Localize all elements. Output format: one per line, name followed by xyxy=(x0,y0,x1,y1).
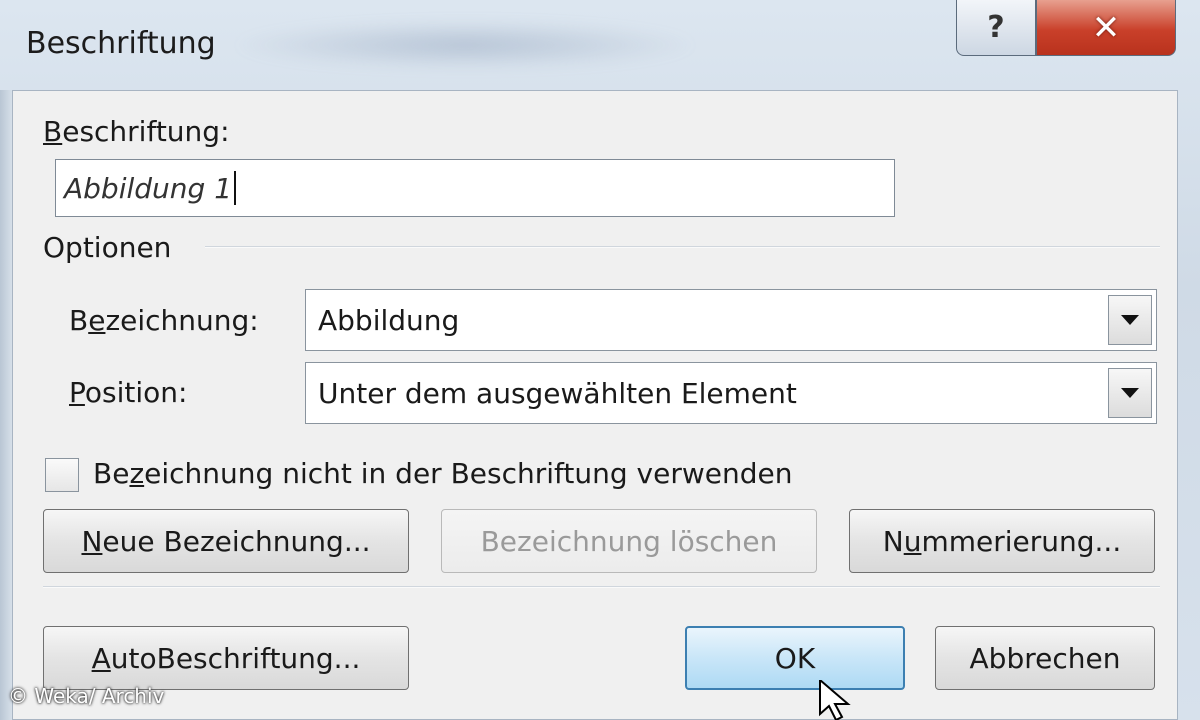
window-left-edge xyxy=(0,90,12,720)
position-select-value: Unter dem ausgewählten Element xyxy=(318,376,797,410)
numbering-button[interactable]: Nu mmerierung... xyxy=(849,509,1155,573)
cancel-button[interactable]: Abbrechen xyxy=(935,626,1155,690)
options-group-divider xyxy=(205,246,1160,248)
position-label: Position: xyxy=(69,376,188,409)
bezeichnung-select-value: Abbildung xyxy=(318,303,460,337)
bezeichnung-dropdown-button[interactable] xyxy=(1108,295,1152,345)
bezeichnung-select[interactable]: Abbildung xyxy=(305,289,1157,351)
copyright-watermark: © Weka/ Archiv xyxy=(8,684,165,708)
caption-input-value: Abbildung 1 xyxy=(64,171,233,205)
new-label-button[interactable]: Neue Bezeichnung... xyxy=(43,509,409,573)
chevron-down-icon xyxy=(1121,388,1139,398)
chevron-down-icon xyxy=(1121,315,1139,325)
bezeichnung-label: Bezeichnung: xyxy=(69,304,259,337)
blurred-background-title xyxy=(230,20,700,70)
help-button[interactable]: ? xyxy=(956,0,1036,56)
text-caret xyxy=(234,171,237,205)
help-icon: ? xyxy=(987,10,1005,45)
dialog-title: Beschriftung xyxy=(26,26,216,61)
delete-label-button[interactable]: Bezeichnung löschen xyxy=(441,509,817,573)
caption-label: Beschriftung: xyxy=(43,115,230,148)
dialog-body: Beschriftung: Abbildung 1 Optionen Bezei… xyxy=(12,90,1178,720)
exclude-label-checkbox[interactable] xyxy=(45,458,79,492)
close-icon: ✕ xyxy=(1091,7,1121,48)
mouse-pointer-icon xyxy=(819,680,851,720)
close-button[interactable]: ✕ xyxy=(1036,0,1176,56)
caption-input[interactable]: Abbildung 1 xyxy=(55,159,895,217)
button-row-divider xyxy=(43,586,1160,588)
exclude-label-checkbox-label[interactable]: Bezeichnung nicht in der Beschriftung ve… xyxy=(93,457,792,490)
position-dropdown-button[interactable] xyxy=(1108,368,1152,418)
ok-button[interactable]: OK xyxy=(685,626,905,690)
options-group-label: Optionen xyxy=(43,231,172,264)
position-select[interactable]: Unter dem ausgewählten Element xyxy=(305,362,1157,424)
autocaption-button[interactable]: AutoBeschriftung... xyxy=(43,626,409,690)
